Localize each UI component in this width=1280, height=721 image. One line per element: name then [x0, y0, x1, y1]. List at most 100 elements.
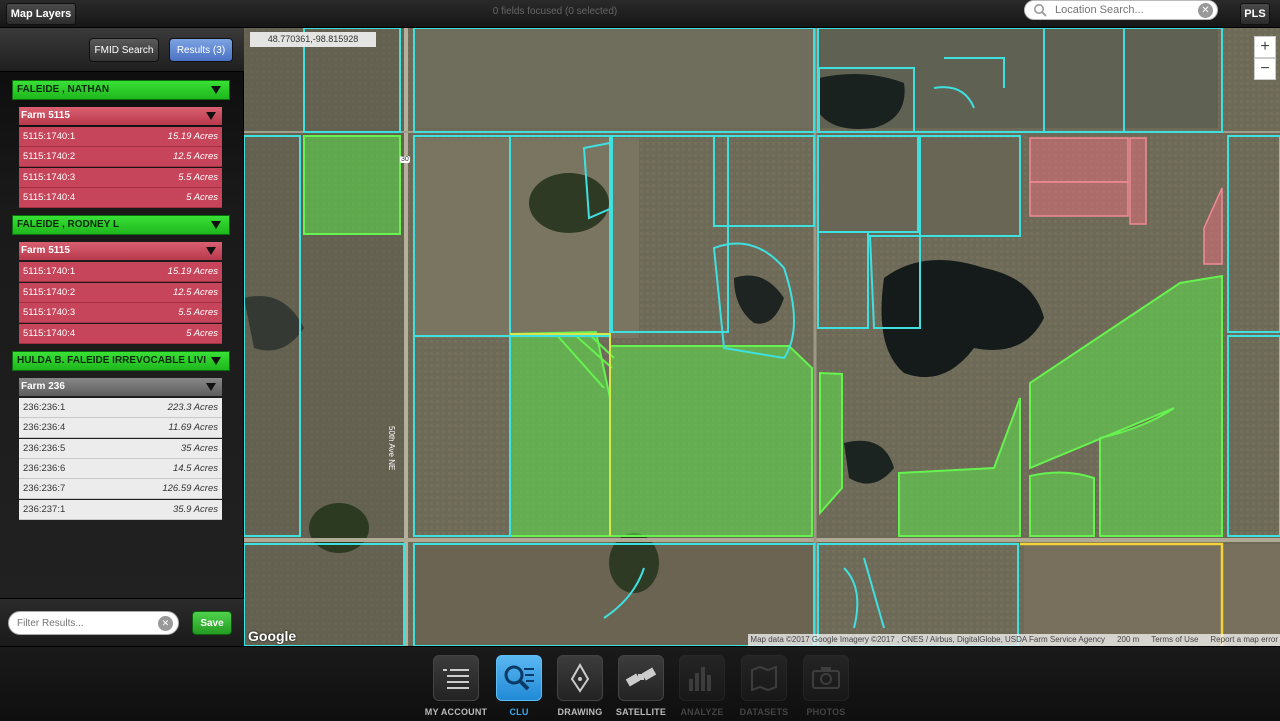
field-acres: 35.9 Acres: [172, 504, 218, 515]
field-row[interactable]: 236:237:1 35.9 Acres: [19, 500, 222, 520]
field-row[interactable]: 5115:1740:2 12.5 Acres: [19, 147, 222, 167]
report-link[interactable]: Report a map error: [1210, 634, 1278, 646]
satellite-icon: [618, 655, 664, 701]
sidebar-header: FMID Search Results (3): [0, 28, 244, 72]
map-layers-button[interactable]: Map Layers: [6, 3, 76, 25]
nav-analyze[interactable]: ANALYZE: [672, 655, 732, 721]
field-row[interactable]: 5115:1740:4 5 Acres: [19, 188, 222, 208]
owner-name: HULDA B. FALEIDE IRREVOCABLE LIVI: [17, 355, 207, 366]
farm-name: Farm 5115: [21, 110, 70, 121]
field-acres: 15.19 Acres: [167, 131, 218, 142]
focus-status: 0 fields focused (0 selected): [492, 6, 618, 17]
field-id: 5115:1740:3: [23, 172, 76, 183]
field-id: 236:237:1: [23, 504, 66, 515]
field-row[interactable]: 236:236:1 223.3 Acres: [19, 398, 222, 418]
satellite-map[interactable]: 48.770361,-98.815928 + − 50th Ave NE 30 …: [244, 28, 1280, 646]
nav-label: MY ACCOUNT: [424, 707, 488, 717]
field-acres: 5.5 Acres: [178, 172, 218, 183]
field-id: 5115:1740:4: [23, 328, 76, 339]
nav-photos[interactable]: PHOTOS: [796, 655, 856, 721]
filter-results[interactable]: ✕: [8, 611, 179, 635]
field-id: 5115:1740:2: [23, 287, 76, 298]
chevron-down-icon[interactable]: [211, 221, 221, 229]
farm-header[interactable]: Farm 5115: [19, 242, 222, 260]
field-acres: 35 Acres: [180, 443, 218, 454]
nav-my-account[interactable]: MY ACCOUNT: [424, 655, 488, 721]
camera-icon: [803, 655, 849, 701]
pen-nib-icon: [557, 655, 603, 701]
field-row[interactable]: 236:236:5 35 Acres: [19, 439, 222, 459]
field-acres: 5.5 Acres: [178, 307, 218, 318]
highway-shield: 30: [400, 156, 410, 163]
field-acres: 126.59 Acres: [162, 483, 218, 494]
terms-link[interactable]: Terms of Use: [1151, 634, 1198, 646]
list-icon: [433, 655, 479, 701]
coordinate-readout: 48.770361,-98.815928: [250, 32, 376, 47]
field-acres: 11.69 Acres: [168, 422, 218, 433]
field-id: 236:236:5: [23, 443, 66, 454]
search-list-icon: [496, 655, 542, 701]
field-id: 236:236:1: [23, 402, 66, 413]
owner-header[interactable]: FALEIDE , RODNEY L: [12, 215, 230, 235]
nav-satellite[interactable]: SATELLITE: [611, 655, 671, 721]
clear-filter-icon[interactable]: ✕: [158, 616, 173, 631]
nav-label: PHOTOS: [806, 707, 846, 717]
top-bar: Map Layers 0 fields focused (0 selected)…: [0, 0, 1280, 28]
chevron-down-icon[interactable]: [211, 86, 221, 94]
chevron-down-icon[interactable]: [206, 112, 216, 120]
field-row[interactable]: 5115:1740:3 5.5 Acres: [19, 303, 222, 323]
field-id: 5115:1740:1: [23, 131, 76, 142]
owner-name: FALEIDE , NATHAN: [17, 84, 110, 95]
results-button[interactable]: Results (3): [169, 38, 233, 62]
field-acres: 5 Acres: [186, 328, 218, 339]
zoom-in-button[interactable]: +: [1254, 36, 1276, 58]
field-row[interactable]: 5115:1740:2 12.5 Acres: [19, 283, 222, 303]
filter-results-input[interactable]: [17, 616, 157, 631]
field-acres: 14.5 Acres: [172, 463, 218, 474]
map-imagery: [244, 28, 1280, 646]
field-acres: 223.3 Acres: [167, 402, 218, 413]
field-row[interactable]: 236:236:7 126.59 Acres: [19, 479, 222, 499]
search-icon: [1033, 3, 1047, 22]
pls-button[interactable]: PLS: [1240, 3, 1270, 25]
nav-label: SATELLITE: [615, 707, 667, 717]
sidebar-footer: ✕ Save: [0, 598, 244, 646]
field-id: 5115:1740:1: [23, 266, 76, 277]
nav-label: ANALYZE: [680, 707, 724, 717]
fmid-search-button[interactable]: FMID Search: [89, 38, 159, 62]
location-search-input[interactable]: [1055, 2, 1195, 18]
nav-label: CLU: [509, 707, 529, 717]
farm-header[interactable]: Farm 236: [19, 378, 222, 396]
clear-search-icon[interactable]: ✕: [1198, 3, 1213, 18]
field-row[interactable]: 236:236:6 14.5 Acres: [19, 459, 222, 479]
field-acres: 12.5 Acres: [172, 151, 218, 162]
field-row[interactable]: 5115:1740:4 5 Acres: [19, 324, 222, 344]
location-search[interactable]: ✕: [1024, 0, 1218, 20]
farm-name: Farm 236: [21, 381, 65, 392]
nav-clu[interactable]: CLU: [489, 655, 549, 721]
field-row[interactable]: 5115:1740:1 15.19 Acres: [19, 262, 222, 282]
field-id: 5115:1740:3: [23, 307, 76, 318]
chevron-down-icon[interactable]: [206, 247, 216, 255]
nav-drawing[interactable]: DRAWING: [550, 655, 610, 721]
owner-header[interactable]: HULDA B. FALEIDE IRREVOCABLE LIVI: [12, 351, 230, 371]
zoom-out-button[interactable]: −: [1254, 58, 1276, 80]
save-button[interactable]: Save: [192, 611, 232, 635]
chevron-down-icon[interactable]: [206, 383, 216, 391]
owner-header[interactable]: FALEIDE , NATHAN: [12, 80, 230, 100]
field-acres: 5 Acres: [186, 192, 218, 203]
field-acres: 15.19 Acres: [167, 266, 218, 277]
field-row[interactable]: 5115:1740:3 5.5 Acres: [19, 168, 222, 188]
nav-datasets[interactable]: DATASETS: [734, 655, 794, 721]
bottom-navigation: MY ACCOUNT CLU DRAWING SATELLITE ANALYZE…: [0, 646, 1280, 720]
field-row[interactable]: 236:236:4 11.69 Acres: [19, 418, 222, 438]
chevron-down-icon[interactable]: [211, 357, 221, 365]
farm-header[interactable]: Farm 5115: [19, 107, 222, 125]
field-row[interactable]: 5115:1740:1 15.19 Acres: [19, 127, 222, 147]
owner-name: FALEIDE , RODNEY L: [17, 219, 120, 230]
field-id: 236:236:6: [23, 463, 66, 474]
datasets-map-icon: [741, 655, 787, 701]
attribution-text: Map data ©2017 Google Imagery ©2017 , CN…: [750, 635, 1106, 644]
field-id: 236:236:4: [23, 422, 66, 433]
map-attribution: Map data ©2017 Google Imagery ©2017 , CN…: [748, 634, 1280, 646]
